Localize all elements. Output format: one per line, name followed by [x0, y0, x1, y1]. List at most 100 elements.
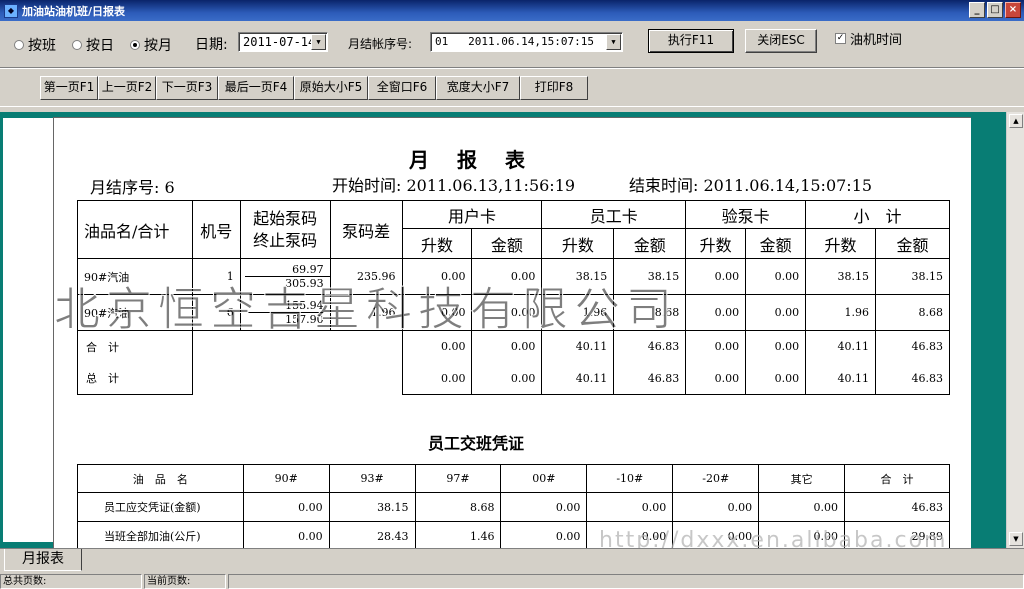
cell-value: 46.83 [875, 362, 950, 395]
close-esc-button[interactable]: 关闭ESC [745, 29, 817, 53]
cell-value: 0.00 [471, 330, 543, 363]
seq-value: 6 [164, 178, 175, 197]
sum-row: 合 计 0.00 0.00 40.11 46.83 0.00 0.00 40.1… [77, 330, 950, 395]
minimize-button[interactable]: _ [969, 2, 985, 18]
radio-by-day[interactable]: 按日 [72, 35, 114, 55]
end-time: 结束时间: 2011.06.14,15:07:15 [629, 172, 872, 196]
cell-value: 0.00 [745, 330, 807, 363]
cell-value: 38.15 [613, 258, 687, 295]
machine-time-checkbox[interactable]: ✓ 油机时间 [835, 29, 902, 48]
monthly-report-table: 油品名/合计 机号 起始泵码 终止泵码 泵码差 用户卡 员工卡 验泵卡 小 计 … [77, 200, 950, 395]
cell-value: 0.00 [242, 492, 330, 522]
scroll-up-icon[interactable]: ▲ [1009, 114, 1023, 128]
col-liters: 升数 [805, 228, 876, 259]
voucher-col-header: -20# [672, 464, 760, 493]
radio-by-shift[interactable]: 按班 [14, 35, 56, 55]
width-size-button[interactable]: 宽度大小F7 [436, 76, 520, 100]
table-row: 当班全部加油(公斤) 0.00 28.43 1.46 0.00 0.00 0.0… [77, 521, 950, 548]
radio-dot-selected[interactable] [130, 40, 140, 50]
full-window-button[interactable]: 全窗口F6 [368, 76, 436, 100]
voucher-col-header: 97# [414, 464, 502, 493]
voucher-col-header: -10# [586, 464, 674, 493]
cell-value: 0.00 [685, 294, 747, 331]
voucher-col-header: 93# [328, 464, 416, 493]
voucher-row-label: 当班全部加油(公斤) [77, 521, 244, 548]
vertical-scrollbar[interactable]: ▲ ▼ [1006, 112, 1024, 548]
period-value: 01 2011.06.14,15:07:15 [435, 35, 594, 48]
last-page-button[interactable]: 最后一页F4 [218, 76, 294, 100]
voucher-row-label: 员工应交凭证(金额) [77, 492, 244, 522]
cell-value: 40.11 [541, 330, 615, 363]
seq-info: 月结序号: 6 [90, 174, 175, 198]
date-picker[interactable]: 2011-07-14 ▼ [238, 32, 328, 52]
cell-diff: 1.96 [329, 294, 403, 331]
maximize-button[interactable]: □ [987, 2, 1003, 18]
cell-value: 0.00 [500, 521, 588, 548]
scroll-down-icon[interactable]: ▼ [1009, 532, 1023, 546]
radio-dot[interactable] [72, 40, 82, 50]
chevron-down-icon[interactable]: ▼ [311, 34, 326, 50]
cell-value: 0.00 [685, 362, 747, 395]
cell-value: 0.00 [672, 492, 760, 522]
window-title: 加油站油机班/日报表 [22, 4, 126, 18]
cell-value: 0.00 [672, 521, 760, 548]
radio-by-day-label: 按日 [86, 38, 114, 54]
first-page-button[interactable]: 第一页F1 [40, 76, 98, 100]
pump-start-value: 155.94 [244, 299, 330, 313]
total-pages-label: 总共页数: [3, 576, 47, 587]
pump-end-value: 305.93 [285, 277, 324, 290]
cell-value: 28.43 [328, 521, 416, 548]
col-test-card: 验泵卡 [685, 200, 807, 229]
cell-value: 0.00 [586, 492, 674, 522]
radio-by-month[interactable]: 按月 [130, 35, 172, 55]
next-page-button[interactable]: 下一页F3 [156, 76, 218, 100]
voucher-col-header: 油 品 名 [77, 464, 244, 493]
seq-label: 月结序号: [90, 178, 160, 197]
cell-value: 38.15 [328, 492, 416, 522]
radio-dot[interactable] [14, 40, 24, 50]
close-window-button[interactable]: × [1005, 2, 1021, 18]
voucher-col-header: 其它 [758, 464, 846, 493]
current-page-panel: 当前页数: [144, 574, 226, 589]
cell-value: 40.11 [805, 362, 876, 395]
period-select[interactable]: 01 2011.06.14,15:07:15 ▼ [430, 32, 623, 52]
cell-value: 0.00 [758, 492, 846, 522]
voucher-col-header: 合 计 [844, 464, 950, 493]
cell-value: 40.11 [541, 362, 615, 395]
cell-value: 0.00 [745, 362, 807, 395]
cell-value: 1.96 [541, 294, 615, 331]
prev-page-button[interactable]: 上一页F2 [98, 76, 156, 100]
cell-value: 0.00 [745, 258, 807, 295]
cell-value: 0.00 [401, 294, 473, 331]
chevron-down-icon[interactable]: ▼ [606, 34, 621, 50]
tab-monthly-report[interactable]: 月报表 [4, 549, 82, 571]
cell-value: 46.83 [613, 330, 687, 363]
col-amount: 金额 [471, 228, 543, 259]
col-product: 油品名/合计 [77, 200, 193, 259]
checkbox-box[interactable]: ✓ [835, 33, 846, 44]
pump-end-header: 终止泵码 [253, 230, 318, 250]
pump-start-value: 69.97 [244, 263, 330, 277]
sum-label: 合 计 [77, 330, 193, 363]
toolbar: 第一页F1 上一页F2 下一页F3 最后一页F4 原始大小F5 全窗口F6 宽度… [0, 67, 1024, 107]
original-size-button[interactable]: 原始大小F5 [294, 76, 368, 100]
period-label: 月结帐序号: [348, 37, 413, 51]
total-label: 总 计 [77, 362, 193, 395]
cell-value: 0.00 [500, 492, 588, 522]
col-amount: 金额 [875, 228, 950, 259]
cell-pump: 69.97 305.93 [239, 258, 331, 295]
cell-value: 0.00 [745, 294, 807, 331]
col-user-card: 用户卡 [401, 200, 543, 229]
cell-value: 29.89 [844, 521, 950, 548]
cell-machine: 6 [191, 294, 241, 331]
voucher-col-header: 00# [500, 464, 588, 493]
cell-value: 0.00 [685, 258, 747, 295]
cell-value: 1.96 [805, 294, 876, 331]
col-subtotal: 小 计 [805, 200, 950, 229]
execute-button[interactable]: 执行F11 [648, 29, 734, 53]
cell-value: 46.83 [875, 330, 950, 363]
date-label: 日期: [195, 37, 228, 53]
current-page-label: 当前页数: [147, 576, 191, 587]
print-button[interactable]: 打印F8 [520, 76, 588, 100]
radio-by-month-label: 按月 [144, 38, 172, 54]
